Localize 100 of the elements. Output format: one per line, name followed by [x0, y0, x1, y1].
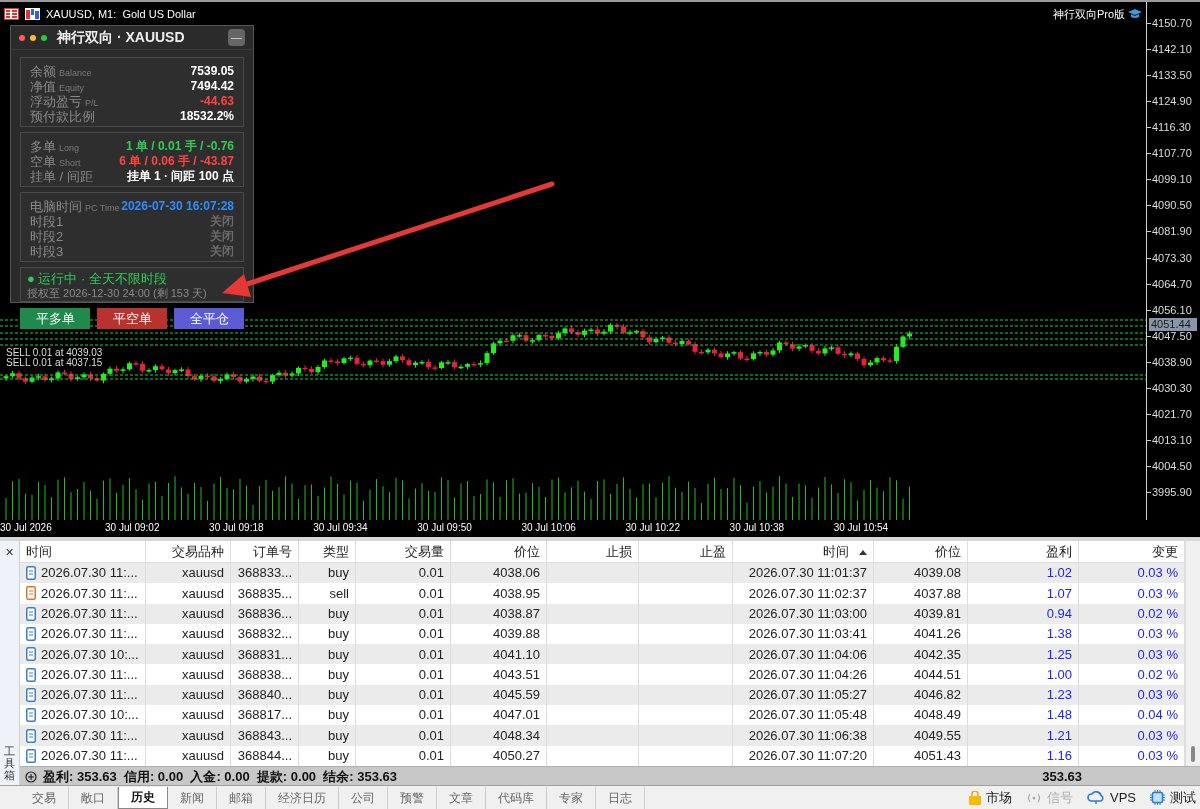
tab[interactable]: 代码库	[486, 786, 547, 809]
close-orders-button[interactable]: 平空单	[97, 308, 167, 329]
toolbox-label: 工具箱	[4, 744, 15, 781]
field-label: 电脑时间	[30, 199, 82, 214]
tab[interactable]: 文章	[437, 786, 486, 809]
scrollbar[interactable]	[1185, 541, 1200, 766]
tab[interactable]: 新闻	[168, 786, 217, 809]
field-label: 时段3	[30, 244, 64, 259]
price-label: 4099.10	[1152, 173, 1192, 186]
chip-icon	[1150, 790, 1165, 805]
table-cell-text: 2026.07.30 11:04:06	[748, 645, 867, 664]
grid-icon[interactable]	[4, 8, 19, 20]
table-cell-text: 1.38	[1046, 625, 1072, 644]
table-cell-text: xauusd	[182, 625, 224, 644]
price-label: 4142.10	[1152, 43, 1192, 56]
table-cell-text: xauusd	[182, 645, 224, 664]
status-button[interactable]: 测试	[1150, 787, 1196, 808]
price-label: 4124.90	[1152, 95, 1192, 108]
graduation-cap-icon	[1128, 8, 1142, 20]
table-cell-text: 2026.07.30 11:06:38	[748, 726, 867, 745]
table-cell-text: buy	[328, 706, 349, 725]
table-cell-text: 1.02	[1046, 564, 1072, 583]
field-label: 净值	[30, 79, 56, 94]
field-value: 2026-07-30 16:07:28	[121, 199, 234, 214]
field-label: 挂单 / 间距	[30, 169, 93, 184]
table-cell-text: 2026.07.30 11:...	[41, 584, 138, 603]
status-button[interactable]: 市场	[969, 787, 1012, 808]
table-cell-text: buy	[328, 645, 349, 664]
table-cell-text: 0.01	[418, 706, 444, 725]
close-orders-button[interactable]: 全平仓	[174, 308, 244, 329]
table-cell-text: 1.48	[1046, 706, 1072, 725]
close-button[interactable]: ×	[5, 545, 14, 559]
table-cell-text: buy	[328, 665, 349, 684]
field-label: 浮动盈亏	[30, 94, 82, 109]
field-label: 预付款比例	[30, 109, 95, 124]
field-sublabel: Balance	[59, 67, 92, 79]
table-cell-text: 2026.07.30 11:07:20	[748, 747, 867, 766]
table-cell-text: 0.01	[418, 625, 444, 644]
table-cell-text: 2026.07.30 11:05:27	[748, 686, 867, 705]
table-cell-text: 2026.07.30 11:...	[41, 747, 138, 766]
table-cell-text: buy	[328, 605, 349, 623]
table-cell-text: 0.02 %	[1137, 665, 1178, 684]
table-cell-text: 368833...	[237, 564, 292, 583]
close-orders-button[interactable]: 平多单	[20, 308, 90, 329]
table-cell-text: 368843...	[237, 726, 292, 745]
table-cell-text: 1.16	[1046, 747, 1072, 766]
table-cell-text: 4037.88	[914, 584, 961, 603]
table-cell-text: 1.21	[1046, 726, 1072, 745]
tab[interactable]: 预警	[388, 786, 437, 809]
field-label: 空单	[30, 154, 56, 169]
field-label: 时段2	[30, 229, 64, 244]
scrollbar-thumb[interactable]	[1191, 746, 1195, 762]
table-cell-text: 4038.06	[493, 564, 540, 583]
table-cell-text: 2026.07.30 11:...	[41, 726, 138, 745]
expand-icon[interactable]	[25, 770, 37, 783]
field-value: 7494.42	[190, 79, 234, 94]
table-cell-text: 1.25	[1046, 645, 1072, 664]
table-cell-text: 1.07	[1046, 584, 1072, 603]
table-cell-text: 0.03 %	[1137, 564, 1178, 583]
table-cell-text: 2026.07.30 11:02:37	[748, 584, 867, 603]
tab[interactable]: 日志	[596, 786, 645, 809]
tab[interactable]: 邮箱	[217, 786, 266, 809]
table-cell-text: 4039.81	[914, 605, 961, 623]
table-cell-text: 4049.55	[914, 726, 961, 745]
table-cell-text: 4048.34	[493, 726, 540, 745]
price-label: 4004.50	[1152, 460, 1192, 472]
document-icon	[26, 687, 36, 702]
table-cell-text: 2026.07.30 11:...	[41, 665, 138, 684]
table-cell-text: 0.02 %	[1137, 605, 1178, 623]
time-label: 30 Jul 09:02	[105, 522, 160, 534]
tab[interactable]: 专家	[547, 786, 596, 809]
chart-icon[interactable]	[25, 8, 40, 20]
field-value: 1 单 / 0.01 手 / -0.76	[125, 139, 234, 154]
table-cell-text: 4041.26	[914, 625, 961, 644]
table-cell-text: 4038.95	[493, 584, 540, 603]
table-cell-text: 0.03 %	[1137, 686, 1178, 705]
price-label: 4090.50	[1152, 199, 1192, 212]
minimize-button[interactable]: —	[228, 29, 245, 46]
table-cell-text: 368836...	[237, 605, 292, 623]
table-cell-text: xauusd	[182, 605, 224, 623]
tab[interactable]: 经济日历	[266, 786, 339, 809]
table-cell-text: 4038.87	[493, 605, 540, 623]
order-label: SELL 0.01 at 4039.03	[6, 348, 103, 358]
panel-title: 神行双向 · XAUUSD	[57, 28, 185, 47]
table-cell-text: xauusd	[182, 706, 224, 725]
table-cell-text: 1.00	[1046, 665, 1072, 684]
document-icon	[26, 647, 36, 662]
time-label: 30 Jul 10:38	[729, 522, 785, 534]
tab[interactable]: 交易	[20, 786, 69, 809]
table-cell-text: 2026.07.30 10:...	[41, 645, 139, 664]
table-cell-text: 0.03 %	[1137, 726, 1178, 745]
status-button[interactable]: VPS	[1087, 787, 1136, 808]
tab[interactable]: 历史	[118, 786, 168, 809]
table-cell-text: 2026.07.30 11:03:00	[748, 605, 867, 623]
table-cell-text: 0.01	[418, 605, 444, 623]
price-label: 4116.30	[1152, 121, 1191, 134]
field-label: 时段1	[30, 214, 64, 229]
table-cell-text: 368831...	[237, 645, 292, 664]
tab[interactable]: 公司	[339, 786, 388, 809]
summary-total: 353.63	[1042, 767, 1082, 786]
